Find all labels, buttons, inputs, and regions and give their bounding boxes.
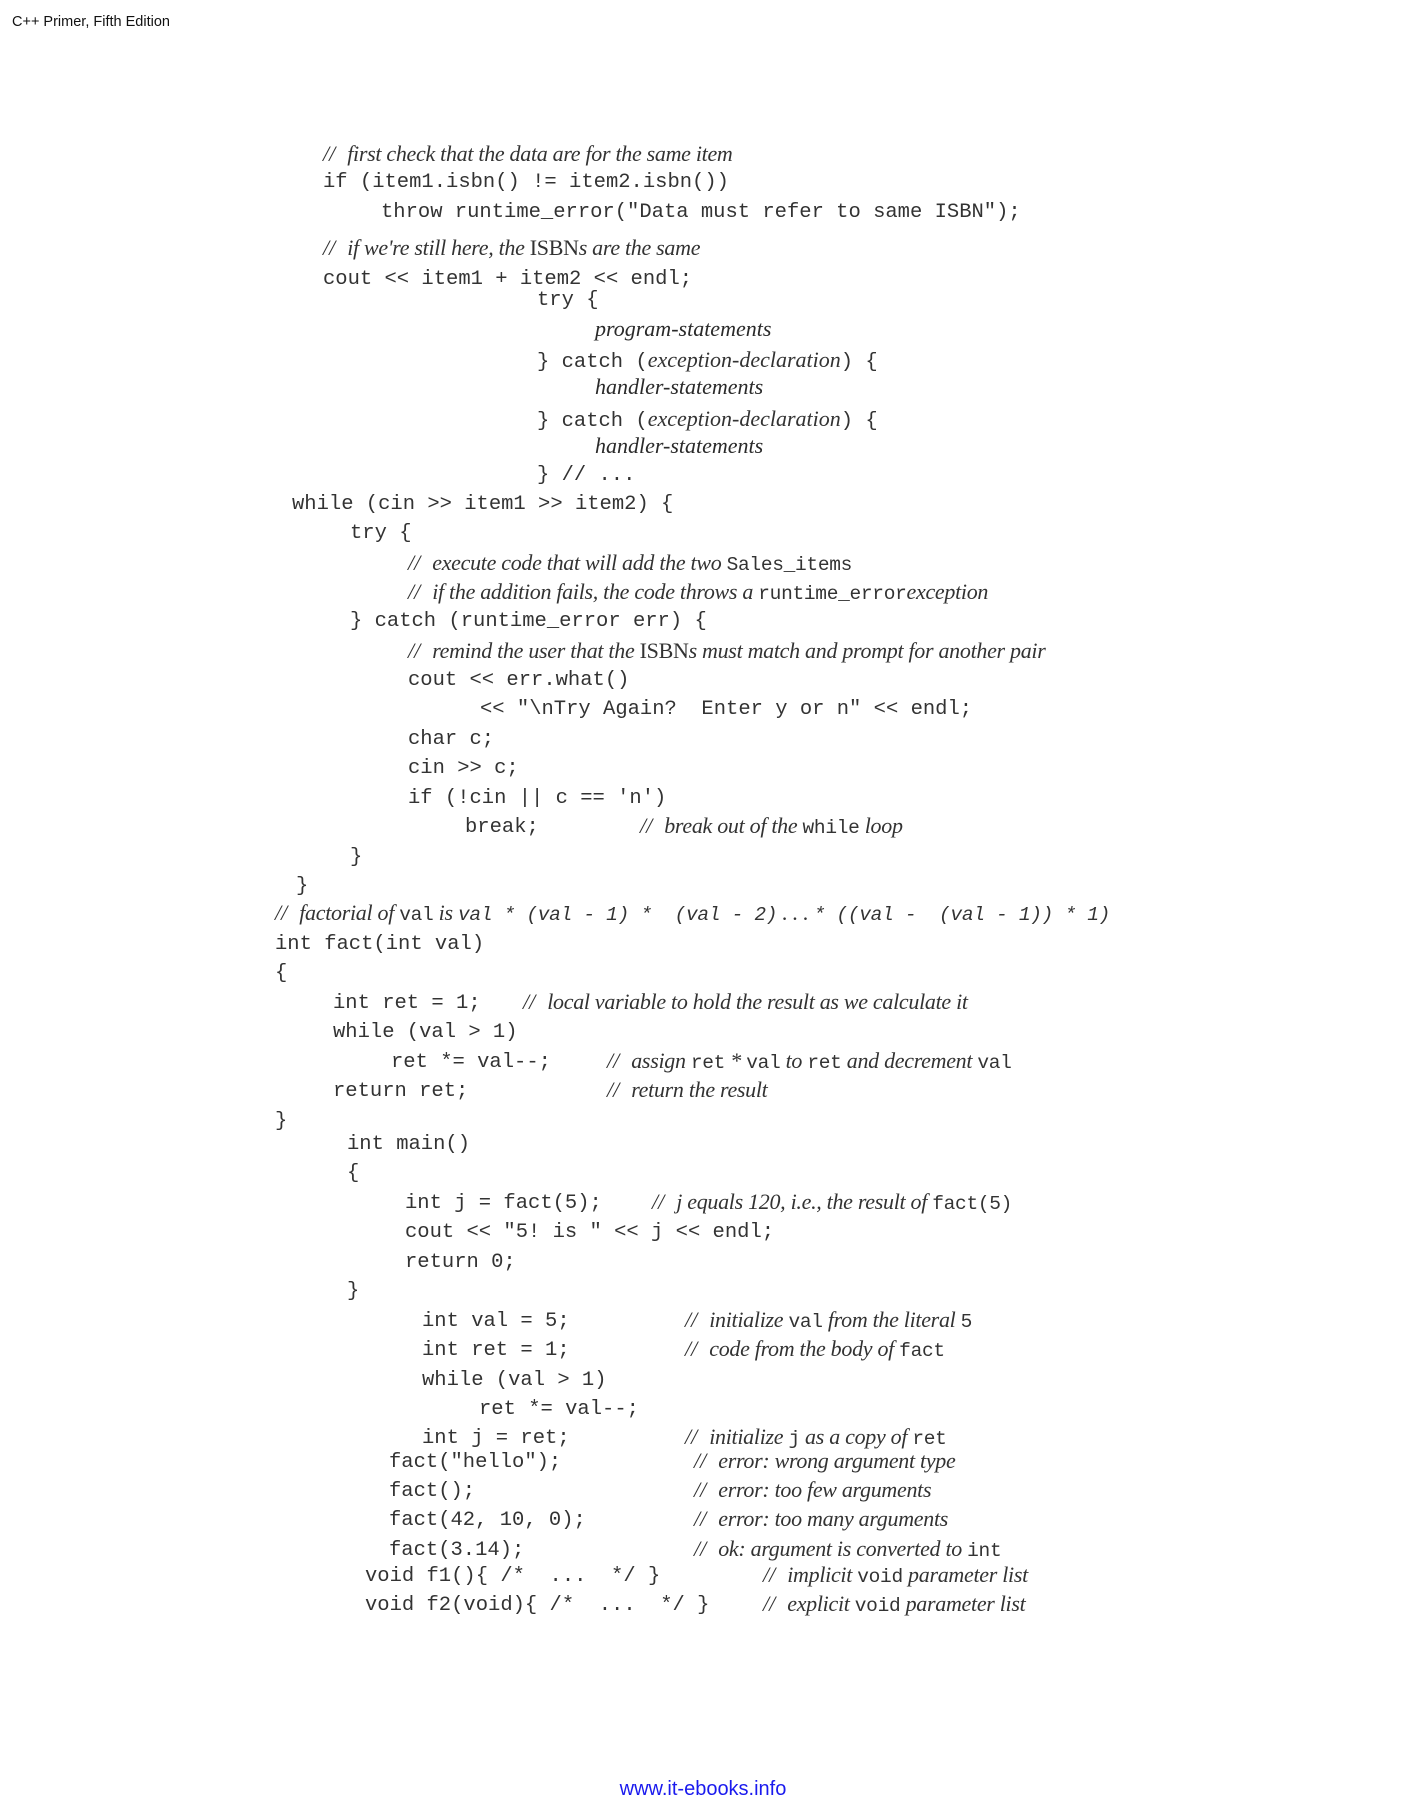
code-line: cout << item1 + item2 << endl; — [323, 268, 693, 291]
code-comment-line: // explicit void parameter list — [763, 1591, 1026, 1617]
code-line: } catch (runtime_error err) { — [350, 610, 707, 633]
code-line: cout << "5! is " << j << endl; — [405, 1221, 775, 1244]
code-comment-line: // error: wrong argument type — [694, 1448, 956, 1473]
code-line: fact(42, 10, 0); — [389, 1509, 586, 1532]
code-line: { — [275, 962, 288, 985]
code-line: while (cin >> item1 >> item2) { — [292, 493, 674, 516]
syntax-placeholder: handler-statements — [595, 433, 764, 458]
code-line: try { — [350, 522, 412, 545]
code-comment-line: // initialize j as a copy of ret — [685, 1424, 947, 1450]
code-comment-line: // if the addition fails, the code throw… — [408, 579, 989, 605]
code-line: } // ... — [537, 464, 636, 487]
code-line: if (!cin || c == 'n') — [408, 787, 667, 810]
code-comment-line: // return the result — [607, 1077, 768, 1102]
code-line: << "\nTry Again? Enter y or n" << endl; — [480, 698, 973, 721]
code-comment-line: // remind the user that the ISBNs must m… — [408, 638, 1046, 663]
code-line: fact(3.14); — [389, 1539, 525, 1562]
code-comment-line: // ok: argument is converted to int — [694, 1536, 1002, 1562]
code-line: } — [347, 1280, 360, 1303]
code-line: break; — [465, 816, 539, 839]
code-line: ret *= val--; — [391, 1051, 551, 1074]
code-line: return ret; — [333, 1080, 469, 1103]
code-line: void f1(){ /* ... */ } — [365, 1565, 661, 1588]
code-line: ret *= val--; — [479, 1398, 639, 1421]
code-line: try { — [537, 289, 599, 312]
code-comment-line: // j equals 120, i.e., the result of fac… — [652, 1189, 1013, 1215]
code-line: int main() — [347, 1133, 471, 1156]
footer-link[interactable]: www.it-ebooks.info — [620, 1778, 787, 1800]
code-line: cout << err.what() — [408, 669, 630, 692]
code-comment-line: // assign ret * val to ret and decrement… — [607, 1048, 1012, 1074]
code-line: void f2(void){ /* ... */ } — [365, 1594, 710, 1617]
code-comment-line: // if we're still here, the ISBNs are th… — [323, 235, 701, 260]
syntax-placeholder: handler-statements — [595, 374, 764, 399]
code-line: fact("hello"); — [389, 1451, 562, 1474]
code-line: char c; — [408, 728, 495, 751]
code-comment-line: // local variable to hold the result as … — [523, 989, 968, 1014]
code-line: int val = 5; — [422, 1310, 570, 1333]
code-line: return 0; — [405, 1251, 516, 1274]
code-line: { — [347, 1162, 360, 1185]
code-comment-line: // execute code that will add the two Sa… — [408, 550, 853, 576]
code-line: } catch (exception-declaration) { — [537, 406, 878, 433]
book-title-header: C++ Primer, Fifth Edition — [12, 14, 170, 30]
code-line: } catch (exception-declaration) { — [537, 347, 878, 374]
code-comment-line: // factorial of val is val * (val - 1) *… — [275, 900, 1111, 926]
code-line: throw runtime_error("Data must refer to … — [381, 201, 1021, 224]
code-comment-line: // implicit void parameter list — [763, 1562, 1028, 1588]
code-line: if (item1.isbn() != item2.isbn()) — [323, 171, 729, 194]
code-comment-line: // break out of the while loop — [640, 813, 903, 839]
code-comment-line: // initialize val from the literal 5 — [685, 1307, 973, 1333]
code-comment-line: // code from the body of fact — [685, 1336, 945, 1362]
code-line: int j = fact(5); — [405, 1192, 602, 1215]
code-line: } — [350, 846, 363, 869]
syntax-placeholder: program-statements — [595, 316, 772, 341]
code-comment-line: // error: too few arguments — [694, 1477, 932, 1502]
code-line: fact(); — [389, 1480, 476, 1503]
code-line: cin >> c; — [408, 757, 519, 780]
code-line: } — [296, 875, 309, 898]
code-line: } — [275, 1110, 288, 1133]
code-comment-line: // first check that the data are for the… — [323, 141, 733, 166]
code-comment-line: // error: too many arguments — [694, 1506, 949, 1531]
code-line: int fact(int val) — [275, 933, 485, 956]
code-line: int j = ret; — [422, 1427, 570, 1450]
code-line: while (val > 1) — [422, 1369, 607, 1392]
code-line: int ret = 1; — [422, 1339, 570, 1362]
code-line: int ret = 1; — [333, 992, 481, 1015]
code-line: while (val > 1) — [333, 1021, 518, 1044]
footer: www.it-ebooks.info — [0, 1778, 1406, 1801]
